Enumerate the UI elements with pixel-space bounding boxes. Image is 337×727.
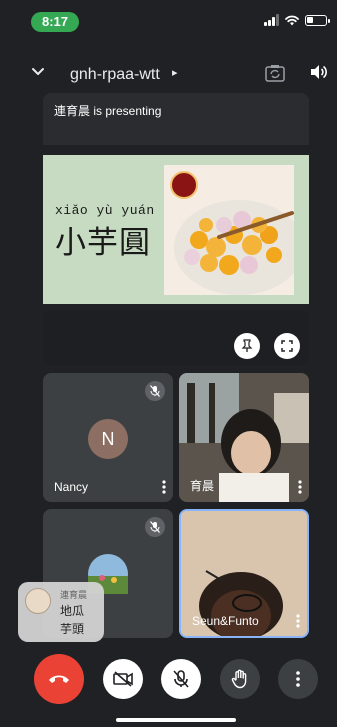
muted-mic-icon xyxy=(145,517,165,537)
raise-hand-button[interactable] xyxy=(220,659,260,699)
more-options-button[interactable] xyxy=(278,659,318,699)
message-line: 地瓜 xyxy=(60,604,85,618)
status-bar: 8:17 xyxy=(0,0,337,44)
chat-message-popup[interactable]: 連育晨 地瓜 芋頭 xyxy=(18,582,104,642)
message-line: 芋頭 xyxy=(60,622,85,636)
meeting-header: gnh-rpaa-wtt ▸ xyxy=(0,58,337,92)
participant-name: Seun&Funto xyxy=(192,614,259,628)
chevron-down-icon[interactable] xyxy=(30,64,46,80)
status-time: 8:17 xyxy=(31,12,79,32)
presentation-controls xyxy=(43,311,309,365)
participant-tile[interactable]: N Nancy xyxy=(43,373,173,502)
cellular-signal-icon xyxy=(264,14,279,26)
participant-tile-active[interactable]: Seun&Funto xyxy=(179,509,309,638)
hand-icon xyxy=(231,669,247,689)
participant-name: Nancy xyxy=(54,480,89,494)
more-options-icon[interactable] xyxy=(298,480,302,494)
sender-avatar xyxy=(25,588,51,614)
meeting-info-arrow-icon[interactable]: ▸ xyxy=(172,66,178,79)
end-call-button[interactable] xyxy=(34,654,84,704)
slide-hanzi: 小芋圓 xyxy=(55,225,151,261)
more-options-icon[interactable] xyxy=(296,614,300,628)
muted-mic-icon xyxy=(145,381,165,401)
more-vert-icon xyxy=(296,671,300,687)
participant-tile[interactable]: 育晨 xyxy=(179,373,309,502)
shop-logo xyxy=(170,171,198,199)
mic-off-icon xyxy=(173,670,189,688)
pin-button[interactable] xyxy=(234,333,260,359)
participant-name: 育晨 xyxy=(190,479,215,493)
message-sender: 連育晨 xyxy=(60,590,88,600)
presenting-banner: 連育晨 is presenting xyxy=(43,93,309,145)
speaker-icon[interactable] xyxy=(310,64,328,80)
wifi-icon xyxy=(285,15,299,25)
fullscreen-button[interactable] xyxy=(274,333,300,359)
taro-balls-photo xyxy=(164,165,294,295)
fullscreen-icon xyxy=(281,340,293,352)
more-options-icon[interactable] xyxy=(162,480,166,494)
shared-screen-slide[interactable]: xiǎo yù yuán 小芋圓 xyxy=(43,155,309,304)
camera-off-icon xyxy=(113,671,133,687)
home-indicator[interactable] xyxy=(116,718,236,722)
pin-icon xyxy=(241,339,253,352)
call-controls xyxy=(0,651,337,704)
camera-toggle-button[interactable] xyxy=(103,659,143,699)
switch-camera-icon[interactable] xyxy=(265,64,285,82)
hang-up-icon xyxy=(49,675,69,683)
slide-pinyin: xiǎo yù yuán xyxy=(55,203,155,218)
avatar: N xyxy=(88,419,128,459)
status-icons xyxy=(264,14,330,26)
meeting-code[interactable]: gnh-rpaa-wtt xyxy=(70,66,160,84)
battery-icon xyxy=(305,14,330,26)
presenting-text: 連育晨 is presenting xyxy=(54,104,162,118)
mic-toggle-button[interactable] xyxy=(161,659,201,699)
